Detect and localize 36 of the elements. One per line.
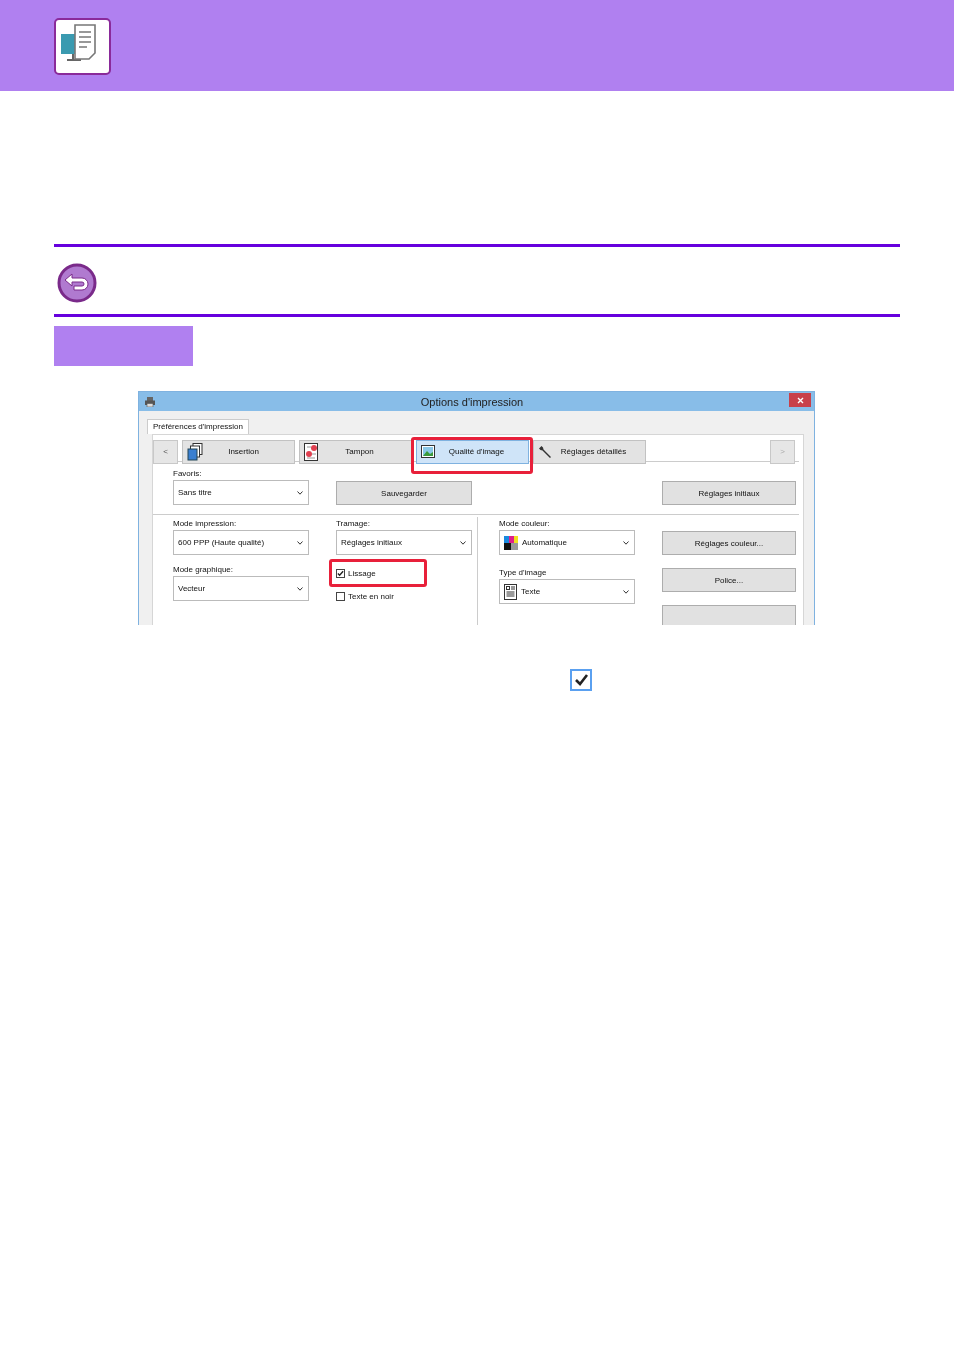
dropdown[interactable]: Automatique <box>499 530 635 555</box>
tab[interactable]: Qualité d'image <box>416 439 529 464</box>
field-label: Mode couleur: <box>499 519 551 530</box>
stamp-document-icon <box>304 442 318 461</box>
checkbox[interactable]: Texte en noir <box>336 591 394 601</box>
printer-icon <box>145 396 155 407</box>
color-squares-icon <box>504 535 518 550</box>
field-label: Favoris: <box>173 469 203 480</box>
tab[interactable]: Réglages détaillés <box>533 439 646 464</box>
text-document-icon <box>504 583 517 600</box>
previous-button[interactable]: < <box>153 439 178 464</box>
computer-document-icon <box>54 18 111 75</box>
pages-icon <box>187 442 203 461</box>
dropdown[interactable]: Texte <box>499 579 635 604</box>
button[interactable]: Réglages initiaux <box>662 481 796 505</box>
window-title: Options d'impression <box>419 395 525 408</box>
tab[interactable]: Insertion <box>182 439 295 464</box>
dropdown[interactable]: 600 PPP (Haute qualité) <box>173 530 309 555</box>
button[interactable]: Police... <box>662 568 796 592</box>
field-label: Tramage: <box>336 519 371 530</box>
image-icon <box>421 445 435 458</box>
button[interactable]: Réglages couleur... <box>662 531 796 555</box>
field-label: Type d'image <box>499 568 548 579</box>
dropdown[interactable]: Vecteur <box>173 576 309 601</box>
button[interactable]: Sauvegarder <box>336 481 472 505</box>
dropdown[interactable]: Réglages initiaux <box>336 530 472 555</box>
field-label: Mode impression: <box>173 519 238 530</box>
tab[interactable]: Préférences d'impression <box>147 419 249 434</box>
close-button[interactable] <box>789 393 811 407</box>
tab[interactable]: Tampon <box>299 439 412 464</box>
wrench-icon <box>538 444 552 459</box>
checkbox[interactable]: Lissage <box>336 568 376 578</box>
close-icon <box>796 396 804 404</box>
field-label: Mode graphique: <box>173 565 235 576</box>
dropdown[interactable]: Sans titre <box>173 480 309 505</box>
checkbox-icon <box>570 669 592 691</box>
